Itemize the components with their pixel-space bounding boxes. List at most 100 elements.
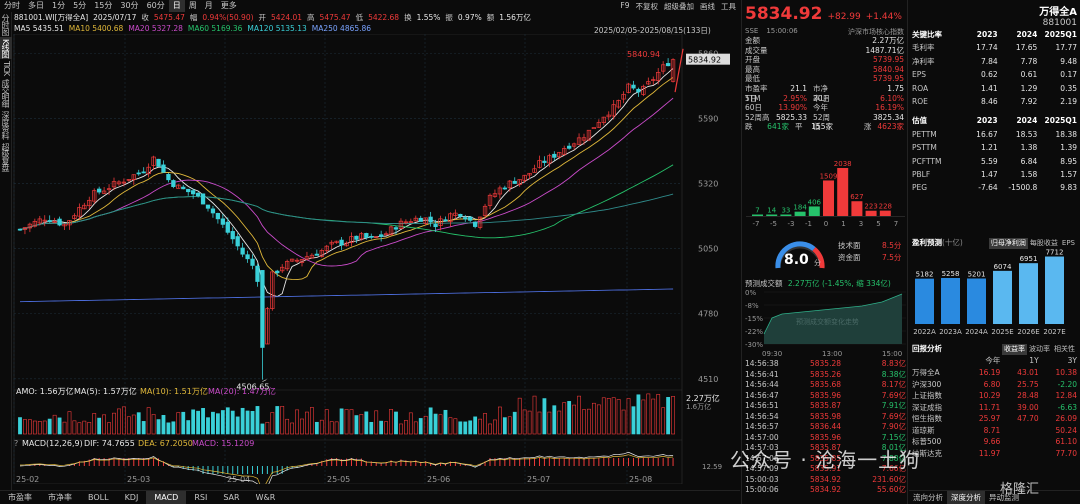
- val-key: PEG: [912, 183, 928, 193]
- min-marker: [262, 379, 267, 382]
- vtab-5[interactable]: 超级复盘: [0, 141, 12, 173]
- val-value: 18.53: [1015, 129, 1038, 139]
- vtab-2[interactable]: TICK: [0, 59, 12, 77]
- amo-bar: [389, 409, 393, 435]
- period-tab-7[interactable]: 日: [168, 0, 185, 12]
- index-desc: 沪深市场核心指数: [848, 28, 904, 36]
- tick-row[interactable]: 15:00:06 5834.92 55.60亿: [742, 485, 909, 496]
- period-tab-3[interactable]: 5分: [69, 0, 90, 12]
- tick-time: 14:56:38: [745, 359, 779, 368]
- candle-body: [141, 171, 146, 174]
- amo-bar: [399, 423, 403, 435]
- indicator-tab-1[interactable]: 市净率: [40, 491, 80, 504]
- toolbar-tool-3[interactable]: 画线: [700, 1, 715, 12]
- amo-bar: [285, 418, 290, 435]
- period-tab-2[interactable]: 1分: [48, 0, 69, 12]
- quote-key: 开盘: [745, 55, 760, 65]
- amo-bar: [215, 413, 220, 435]
- amo-bar: [166, 422, 171, 435]
- quote-val: 5739.95: [872, 55, 904, 65]
- tick-list[interactable]: 14:56:38 5835.28 8.83亿 14:56:41 5835.26 8.38亿…: [742, 359, 909, 496]
- candle-body: [379, 234, 384, 237]
- amo-bar: [77, 422, 82, 435]
- return-value: 26.09: [1055, 414, 1077, 423]
- macd-legend: ? MACD(12,26,9) DIF: 74.7655 DEA: 67.2050 MA…: [14, 439, 254, 448]
- return-value: 25.97: [978, 414, 1001, 423]
- flow-axis-label: 0%: [745, 289, 756, 297]
- kpi-value: 0.17: [1060, 70, 1077, 80]
- period-tab-9[interactable]: 月: [201, 0, 217, 12]
- toolbar-tool-4[interactable]: 工具: [721, 1, 736, 12]
- period-tab-10[interactable]: 更多: [217, 0, 241, 12]
- return-pill-1[interactable]: 波动率: [1027, 344, 1052, 355]
- amo-bar: [656, 394, 661, 435]
- tick-amount: 7.69亿: [881, 411, 906, 421]
- tick-row[interactable]: 14:56:47 5835.96 7.69亿: [742, 391, 909, 402]
- indicator-tab-6[interactable]: SAR: [215, 491, 247, 504]
- amo-bar: [92, 413, 97, 435]
- tick-row[interactable]: 14:56:41 5835.26 8.38亿: [742, 370, 909, 381]
- return-index: 沪深300: [912, 379, 942, 389]
- vtab-4[interactable]: 深度资料: [0, 109, 12, 141]
- return-value: 6.80: [983, 379, 1001, 389]
- indicator-tab-2[interactable]: BOLL: [80, 491, 117, 504]
- analysis-tab-0[interactable]: 流向分析: [909, 491, 947, 504]
- candlestick-chart[interactable]: 58605590532050504780451025-0225-0325-042…: [12, 34, 740, 484]
- quote-summary: 金额 2.27万亿 成交量 1487.71亿 开盘 5739.95 最高 5840.94 最低 5…: [742, 36, 907, 84]
- kpi-key: EPS: [912, 70, 927, 80]
- analysis-tab-1[interactable]: 深度分析: [947, 491, 985, 504]
- stat-val-a: 641家: [767, 122, 789, 132]
- period-tab-0[interactable]: 分时: [0, 0, 24, 12]
- return-pill-2[interactable]: 相关性: [1052, 344, 1077, 355]
- amo-bar: [453, 418, 458, 435]
- amo-bar: [57, 417, 62, 435]
- vtab-0[interactable]: 分时图: [0, 12, 12, 37]
- period-tab-5[interactable]: 30分: [116, 0, 142, 12]
- amo-bar: [458, 421, 463, 435]
- security-name: 万得全A: [1039, 7, 1077, 18]
- tick-row[interactable]: 14:57:00 5835.96 7.15亿: [742, 433, 909, 444]
- dist-axis-label: -3: [788, 220, 795, 228]
- toolbar-tool-1[interactable]: 不复权: [636, 1, 659, 12]
- amo-bar: [651, 398, 656, 435]
- amo-bar: [334, 421, 339, 435]
- period-tab-4[interactable]: 15分: [90, 0, 116, 12]
- indicator-tab-0[interactable]: 市盈率: [0, 491, 40, 504]
- return-cols: 今年 1Y 3Y: [909, 355, 1080, 367]
- tick-row[interactable]: 14:56:44 5835.68 8.17亿: [742, 380, 909, 391]
- forecast-bar: [993, 270, 1012, 324]
- vtab-3[interactable]: 成交明细: [0, 77, 12, 109]
- period-tab-1[interactable]: 多日: [24, 0, 48, 12]
- candle-body: [314, 253, 319, 256]
- macd-help-icon[interactable]: ?: [14, 439, 18, 448]
- indicator-tab-4[interactable]: MACD: [146, 491, 187, 504]
- amo-bar: [245, 410, 250, 435]
- tick-row[interactable]: 14:56:54 5835.98 7.69亿: [742, 412, 909, 423]
- amo-bar: [270, 412, 275, 435]
- amo-bar: [577, 395, 581, 435]
- vtab-1[interactable]: K线图: [0, 37, 12, 60]
- watermark: 公众号 · 沧海一土狗: [730, 448, 921, 472]
- tick-row[interactable]: 14:56:57 5836.44 7.90亿: [742, 422, 909, 433]
- tick-row[interactable]: 14:56:51 5835.87 7.91亿: [742, 401, 909, 412]
- toolbar-tool-2[interactable]: 超级叠加: [664, 1, 694, 12]
- toolbar-tool-0[interactable]: F9: [620, 1, 629, 12]
- indicator-tab-3[interactable]: KDJ: [117, 491, 147, 504]
- val-value: 1.57: [1060, 169, 1077, 179]
- indicator-tab-5[interactable]: RSI: [186, 491, 215, 504]
- tick-row[interactable]: 14:56:38 5835.28 8.83亿: [742, 359, 909, 370]
- period-tab-6[interactable]: 60分: [143, 0, 169, 12]
- tick-row[interactable]: 15:00:03 5834.92 231.60亿: [742, 475, 909, 486]
- date-tick: 25-06: [427, 475, 450, 484]
- amo-bar: [107, 422, 111, 435]
- return-value: 50.24: [1055, 425, 1077, 435]
- kpi-value: 7.92: [1020, 96, 1038, 106]
- amo-bar: [423, 415, 428, 435]
- indicator-tab-7[interactable]: W&R: [248, 491, 284, 504]
- amo-bar: [473, 416, 478, 435]
- kpi-key: ROA: [912, 83, 929, 93]
- return-pill-0[interactable]: 收益率: [1002, 344, 1027, 355]
- period-tab-8[interactable]: 周: [185, 0, 201, 12]
- amo-bar: [591, 402, 596, 435]
- amo-bar: [582, 409, 586, 435]
